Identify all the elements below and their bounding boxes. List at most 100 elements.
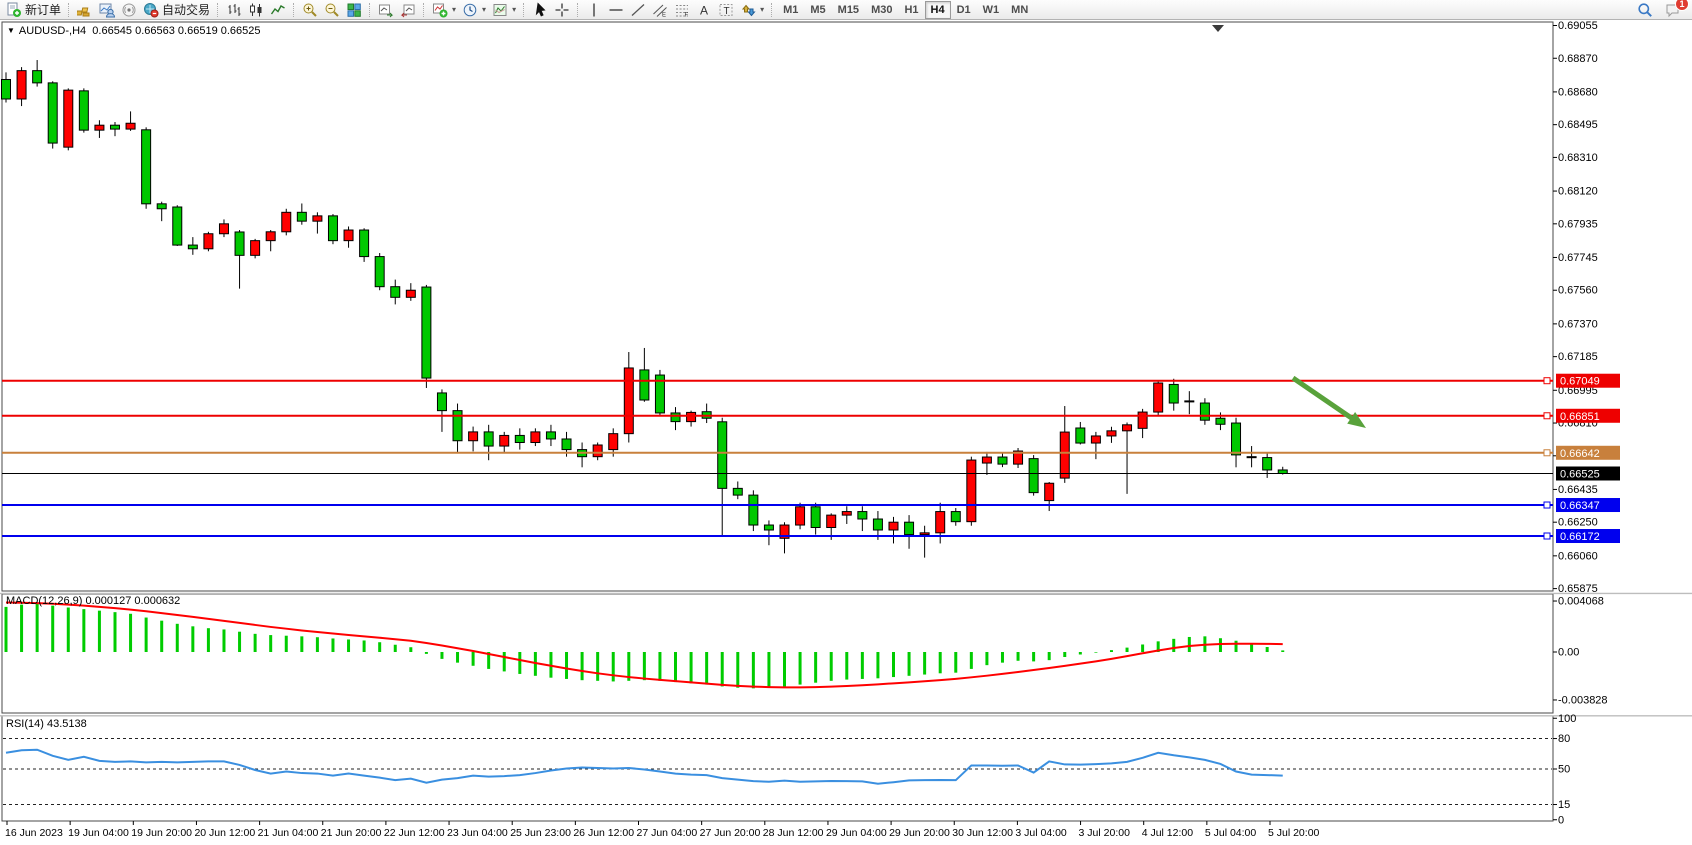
- price-axis-tick: 0.66250: [1558, 517, 1598, 529]
- fibonacci-icon: F: [674, 2, 690, 18]
- candle-body: [593, 445, 602, 457]
- fibonacci-button[interactable]: F: [671, 1, 693, 19]
- price-line-badge-label: 0.66525: [1560, 468, 1600, 480]
- tile-windows-button[interactable]: [343, 1, 365, 19]
- candle-body: [1232, 423, 1241, 455]
- time-axis-label: 26 Jun 12:00: [573, 827, 634, 839]
- line-anchor-marker[interactable]: [1544, 450, 1550, 456]
- toolbar-separator: [577, 3, 579, 17]
- periods-icon: [462, 2, 478, 18]
- cursor-button[interactable]: [529, 1, 551, 19]
- timeframe-m15-button[interactable]: M15: [832, 1, 865, 19]
- chart-shift-button[interactable]: [397, 1, 419, 19]
- text-icon: A: [696, 2, 712, 18]
- candle-body: [951, 512, 960, 522]
- arrows-button[interactable]: ▾: [737, 1, 767, 19]
- candle-body: [251, 241, 260, 256]
- search-button[interactable]: [1634, 1, 1656, 19]
- candle-body: [796, 507, 805, 525]
- price-axis-tick: 0.68495: [1558, 119, 1598, 131]
- timeframe-m5-button[interactable]: M5: [804, 1, 831, 19]
- timeframe-m1-button[interactable]: M1: [777, 1, 804, 19]
- candle-body: [624, 368, 633, 434]
- toolbar-separator: [423, 3, 425, 17]
- signal-button[interactable]: [118, 1, 140, 19]
- indicators-button[interactable]: ▾: [429, 1, 459, 19]
- time-axis-label: 3 Jul 20:00: [1079, 827, 1131, 839]
- candle-body: [375, 257, 384, 287]
- trading-terminal-window: 新订单自动交易▾▾▾EFAT▾M1M5M15M30H1H4D1W1MN1 ▼AU…: [0, 0, 1692, 845]
- trendline-icon: [630, 2, 646, 18]
- notifications-button[interactable]: 1: [1662, 1, 1684, 19]
- gold-bars-button[interactable]: [74, 1, 96, 19]
- crosshair-button[interactable]: [551, 1, 573, 19]
- line-anchor-marker[interactable]: [1544, 533, 1550, 539]
- chart-quote-label: ▼AUDUSD-,H4 0.66545 0.66563 0.66519 0.66…: [7, 25, 261, 37]
- candle-body: [998, 457, 1007, 464]
- toolbar-separator: [369, 3, 371, 17]
- timeframe-h1-button[interactable]: H1: [898, 1, 924, 19]
- candle-body: [749, 495, 758, 525]
- timeframe-mn-button[interactable]: MN: [1005, 1, 1034, 19]
- price-axis-tick: 0.67935: [1558, 218, 1598, 230]
- price-axis-tick: 0.66060: [1558, 550, 1598, 562]
- price-axis-tick: 0.68870: [1558, 53, 1598, 65]
- candle-body: [204, 234, 213, 249]
- candle-body: [1138, 412, 1147, 428]
- candle-body: [484, 432, 493, 446]
- candle-body: [1263, 458, 1272, 470]
- time-axis-label: 21 Jun 20:00: [321, 827, 382, 839]
- candle-body: [142, 130, 151, 204]
- candle-body: [982, 457, 991, 463]
- candle-body: [235, 232, 244, 255]
- main-toolbar: 新订单自动交易▾▾▾EFAT▾M1M5M15M30H1H4D1W1MN1: [0, 0, 1692, 20]
- vertical-line-button[interactable]: [583, 1, 605, 19]
- macd-axis-tick: 0.00: [1558, 647, 1579, 659]
- line-anchor-marker[interactable]: [1544, 413, 1550, 419]
- candle-body: [282, 212, 291, 231]
- svg-text:T: T: [724, 6, 730, 17]
- auto-trading-button[interactable]: 自动交易: [140, 1, 213, 19]
- line-chart-button[interactable]: [267, 1, 289, 19]
- macd-indicator-label: MACD(12,26,9) 0.000127 0.000632: [6, 595, 180, 607]
- chart-canvas[interactable]: 0.690550.688700.686800.684950.683100.681…: [0, 20, 1692, 845]
- auto-scroll-icon: [378, 2, 394, 18]
- macd-chart-pane[interactable]: [2, 594, 1553, 713]
- candle-body: [1076, 428, 1085, 443]
- toolbar-separator: [68, 3, 70, 17]
- time-axis-label: 5 Jul 20:00: [1268, 827, 1320, 839]
- trendline-button[interactable]: [627, 1, 649, 19]
- vertical-line-icon: [586, 2, 602, 18]
- bar-chart-button[interactable]: [223, 1, 245, 19]
- new-order-button[interactable]: 新订单: [3, 1, 64, 19]
- auto-scroll-button[interactable]: [375, 1, 397, 19]
- timeframe-w1-button[interactable]: W1: [977, 1, 1006, 19]
- candle-body: [671, 413, 680, 422]
- equidistant-channel-button[interactable]: E: [649, 1, 671, 19]
- line-anchor-marker[interactable]: [1544, 378, 1550, 384]
- time-axis-label: 3 Jul 04:00: [1015, 827, 1067, 839]
- candle-body: [920, 533, 929, 535]
- text-button[interactable]: A: [693, 1, 715, 19]
- candlestick-chart-button[interactable]: [245, 1, 267, 19]
- price-line-badge-label: 0.66172: [1560, 531, 1600, 543]
- candle-body: [1107, 431, 1116, 436]
- candle-body: [889, 522, 898, 530]
- candle-body: [1278, 470, 1287, 474]
- price-axis-tick: 0.68120: [1558, 186, 1598, 198]
- user-chart-button[interactable]: [96, 1, 118, 19]
- timeframe-d1-button[interactable]: D1: [951, 1, 977, 19]
- zoom-out-button[interactable]: [321, 1, 343, 19]
- horizontal-line-button[interactable]: [605, 1, 627, 19]
- periods-button[interactable]: ▾: [459, 1, 489, 19]
- line-anchor-marker[interactable]: [1544, 502, 1550, 508]
- price-axis-tick: 0.66435: [1558, 484, 1598, 496]
- timeframe-h4-button[interactable]: H4: [925, 1, 951, 19]
- templates-button[interactable]: ▾: [489, 1, 519, 19]
- zoom-in-button[interactable]: [299, 1, 321, 19]
- symbol-dropdown-icon[interactable]: ▼: [7, 26, 15, 35]
- timeframe-m30-button[interactable]: M30: [865, 1, 898, 19]
- time-axis-label: 30 Jun 12:00: [952, 827, 1013, 839]
- text-label-button[interactable]: T: [715, 1, 737, 19]
- chevron-down-icon: ▾: [760, 5, 764, 14]
